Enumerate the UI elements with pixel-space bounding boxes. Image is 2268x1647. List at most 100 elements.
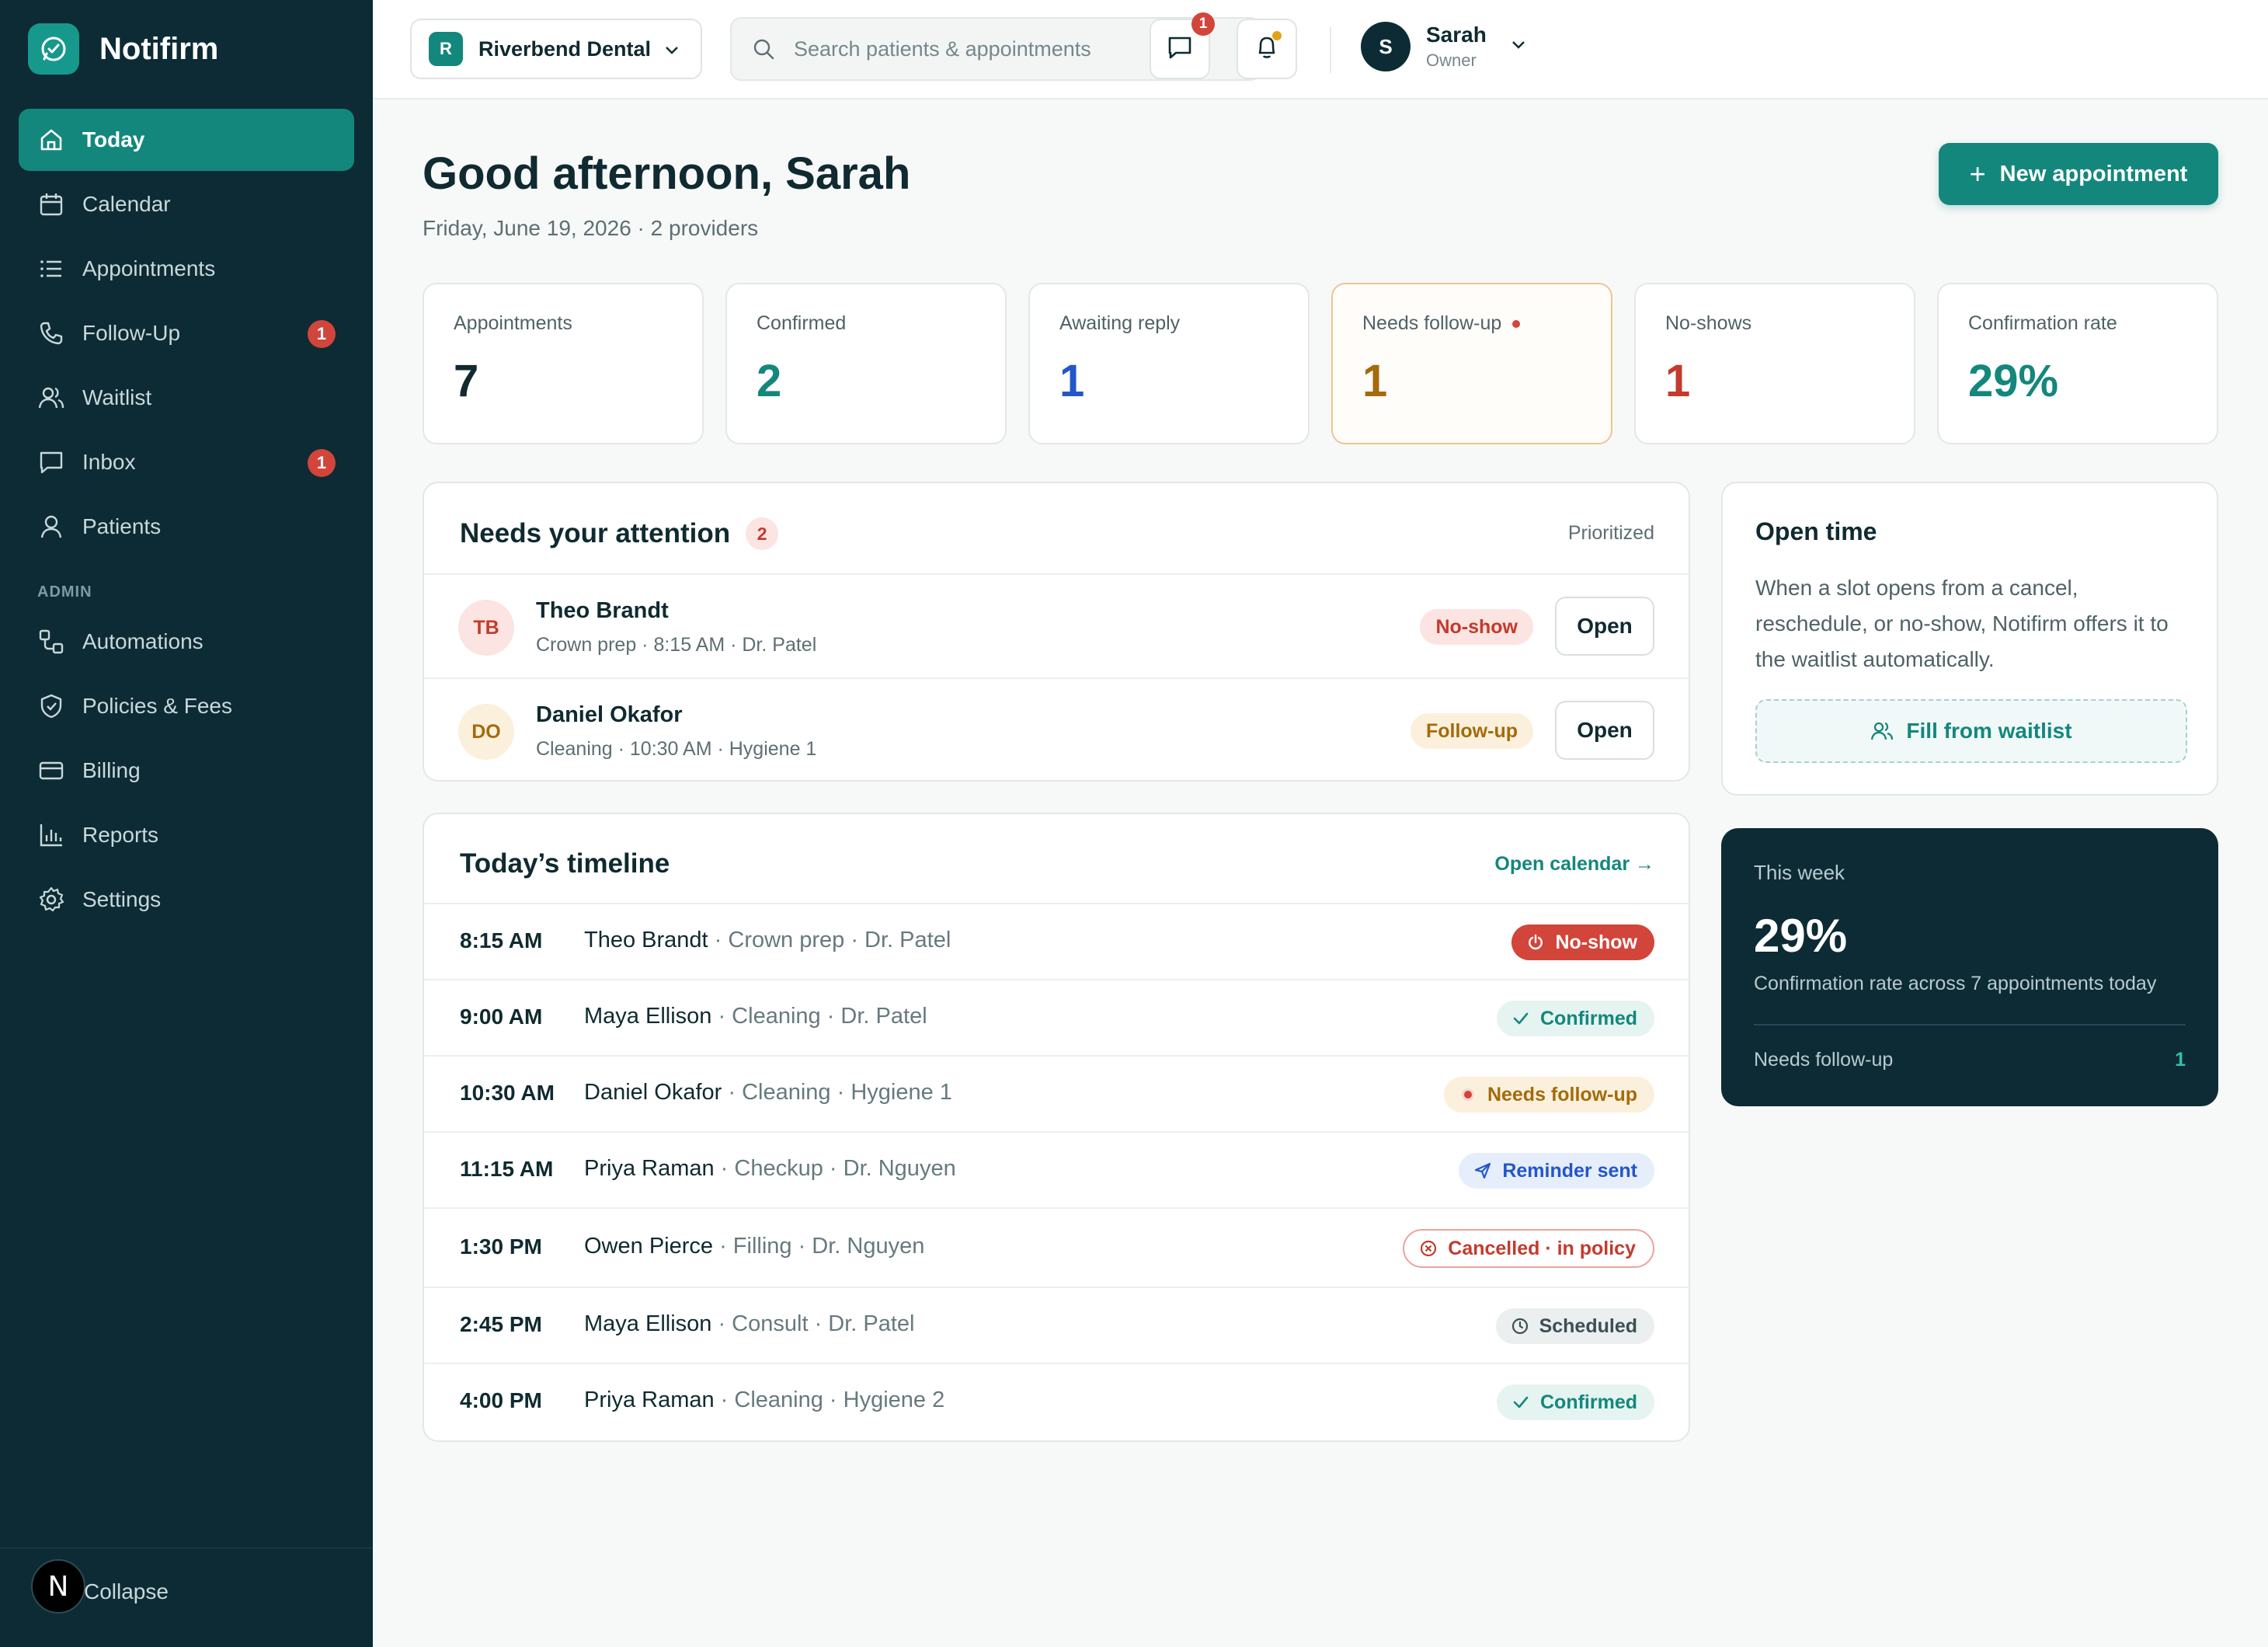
notifications-button[interactable]	[1237, 19, 1297, 79]
status-badge: Follow-up	[1410, 713, 1533, 749]
sidebar-item-label: Automations	[82, 629, 203, 653]
status-badge: No-show	[1511, 924, 1654, 960]
sidebar-item-label: Patients	[82, 514, 162, 538]
table-row[interactable]: 10:30 AM Daniel Okafor · Cleaning · Hygi…	[424, 1055, 1689, 1131]
sort-label: Prioritized	[1567, 522, 1654, 544]
patient-name: Maya Ellison	[584, 1311, 712, 1336]
card-title: Needs your attention	[460, 518, 731, 548]
sidebar-item-follow-up[interactable]: Follow-Up 1	[19, 302, 354, 364]
notification-dot	[1272, 31, 1282, 40]
table-row[interactable]: 9:00 AM Maya Ellison · Cleaning · Dr. Pa…	[424, 979, 1689, 1055]
list-icon	[37, 255, 65, 283]
topbar-divider	[1330, 26, 1331, 73]
list-item[interactable]: TB Theo Brandt Crown prep · 8:15 AM · Dr…	[424, 573, 1689, 677]
appointment-description: Daniel Okafor · Cleaning · Hygiene 1	[584, 1080, 952, 1106]
practice-switcher[interactable]: R Riverbend Dental	[410, 19, 702, 79]
search-icon	[750, 36, 777, 62]
appointment-detail: · Consult · Dr. Patel	[711, 1311, 915, 1336]
messages-button[interactable]: 1	[1150, 12, 1215, 79]
stat-card-confirmed[interactable]: Confirmed 2	[725, 283, 1007, 444]
stat-card-needs-follow-up[interactable]: Needs follow-up 1	[1331, 283, 1612, 444]
patient-name: Priya Raman	[584, 1156, 715, 1181]
needs-attention-header: Needs your attention 2	[460, 517, 779, 550]
needs-attention-card: Needs your attention 2 Prioritized TB Th…	[423, 482, 1690, 782]
table-row[interactable]: 4:00 PM Priya Raman · Cleaning · Hygiene…	[424, 1363, 1689, 1439]
appointment-detail: · Cleaning · Hygiene 2	[714, 1388, 945, 1412]
open-calendar-link[interactable]: Open calendar →	[1494, 853, 1654, 876]
notifirm-logo-icon	[28, 23, 79, 75]
appointment-time: 1:30 PM	[460, 1234, 542, 1259]
sidebar-item-policies-fees[interactable]: Policies & Fees	[19, 675, 354, 737]
sidebar-item-label: Today	[82, 127, 145, 151]
stat-label: No-shows	[1665, 312, 1752, 334]
stat-card-no-shows[interactable]: No-shows 1	[1634, 283, 1915, 444]
user-menu[interactable]: S Sarah Owner	[1361, 22, 1529, 71]
sidebar-item-label: Calendar	[82, 192, 171, 216]
needs-follow-up-value: 1	[2175, 1049, 2186, 1071]
appointment-description: Maya Ellison · Cleaning · Dr. Patel	[584, 1004, 927, 1029]
admin-section-label: ADMIN	[37, 583, 92, 601]
patient-name: Daniel Okafor	[584, 1080, 722, 1105]
page-subtitle: Friday, June 19, 2026 · 2 providers	[423, 216, 759, 240]
patient-name: Maya Ellison	[584, 1004, 712, 1029]
list-item[interactable]: DO Daniel Okafor Cleaning · 10:30 AM · H…	[424, 677, 1689, 782]
sidebar-item-inbox[interactable]: Inbox 1	[19, 431, 354, 493]
brand[interactable]: Notifirm	[28, 23, 218, 75]
appointment-time: 2:45 PM	[460, 1312, 542, 1336]
sidebar-item-settings[interactable]: Settings	[19, 869, 354, 931]
gear-icon	[37, 886, 65, 914]
sidebar-item-patients[interactable]: Patients	[19, 496, 354, 558]
needs-follow-up-label: Needs follow-up	[1754, 1049, 1894, 1071]
stat-card-confirmation-rate[interactable]: Confirmation rate 29%	[1937, 283, 2218, 444]
stat-card-awaiting-reply[interactable]: Awaiting reply 1	[1028, 283, 1310, 444]
status-label: No-show	[1555, 931, 1637, 953]
practice-initial: R	[429, 32, 463, 66]
inbox-count-badge: 1	[308, 449, 336, 477]
avatar: DO	[458, 704, 514, 760]
open-button[interactable]: Open	[1555, 597, 1654, 656]
table-row[interactable]: 11:15 AM Priya Raman · Checkup · Dr. Ngu…	[424, 1131, 1689, 1207]
power-icon	[1525, 932, 1546, 952]
workspace-avatar[interactable]: N	[31, 1559, 85, 1614]
appointment-detail: · Filling · Dr. Nguyen	[713, 1234, 925, 1259]
divider	[1754, 1024, 2186, 1025]
sidebar-item-appointments[interactable]: Appointments	[19, 238, 354, 300]
stat-value: 1	[1665, 356, 1691, 406]
appointment-detail: · Checkup · Dr. Nguyen	[714, 1156, 956, 1181]
page-title: Good afternoon, Sarah	[423, 148, 911, 199]
sidebar-item-calendar[interactable]: Calendar	[19, 173, 354, 235]
sidebar-item-today[interactable]: Today	[19, 109, 354, 171]
fill-from-waitlist-button[interactable]: Fill from waitlist	[1755, 699, 2187, 763]
message-icon	[1166, 33, 1194, 65]
sidebar-item-billing[interactable]: Billing	[19, 740, 354, 802]
stat-value: 7	[454, 356, 479, 406]
attention-count-badge: 2	[746, 517, 779, 550]
open-button[interactable]: Open	[1555, 701, 1654, 760]
stat-card-appointments[interactable]: Appointments 7	[423, 283, 704, 444]
sidebar-item-automations[interactable]: Automations	[19, 611, 354, 673]
clock-icon	[1510, 1316, 1530, 1336]
sidebar-item-reports[interactable]: Reports	[19, 804, 354, 866]
status-label: Scheduled	[1539, 1314, 1637, 1337]
workflow-icon	[37, 628, 65, 656]
status-badge: No-show	[1420, 609, 1533, 645]
users-icon	[37, 384, 65, 412]
appointment-description: Maya Ellison · Consult · Dr. Patel	[584, 1311, 915, 1337]
sidebar-item-label: Reports	[82, 823, 159, 847]
home-icon	[37, 126, 65, 154]
table-row[interactable]: 2:45 PM Maya Ellison · Consult · Dr. Pat…	[424, 1287, 1689, 1363]
collapse-sidebar-button[interactable]: Collapse	[84, 1579, 169, 1604]
status-badge: Scheduled	[1495, 1308, 1654, 1344]
appointment-description: Priya Raman · Checkup · Dr. Nguyen	[584, 1156, 956, 1182]
table-row[interactable]: 8:15 AM Theo Brandt · Crown prep · Dr. P…	[424, 903, 1689, 979]
stat-value: 1	[1059, 356, 1085, 406]
card-label: This week	[1754, 861, 1845, 884]
new-appointment-button[interactable]: + New appointment	[1939, 143, 2218, 205]
table-row[interactable]: 1:30 PM Owen Pierce · Filling · Dr. Nguy…	[424, 1207, 1689, 1287]
shield-icon	[37, 692, 65, 720]
chevron-down-icon	[662, 40, 682, 64]
stat-label: Confirmed	[757, 312, 847, 334]
sidebar-item-waitlist[interactable]: Waitlist	[19, 367, 354, 429]
sidebar-item-label: Policies & Fees	[82, 694, 232, 718]
sidebar-item-label: Billing	[82, 758, 141, 782]
